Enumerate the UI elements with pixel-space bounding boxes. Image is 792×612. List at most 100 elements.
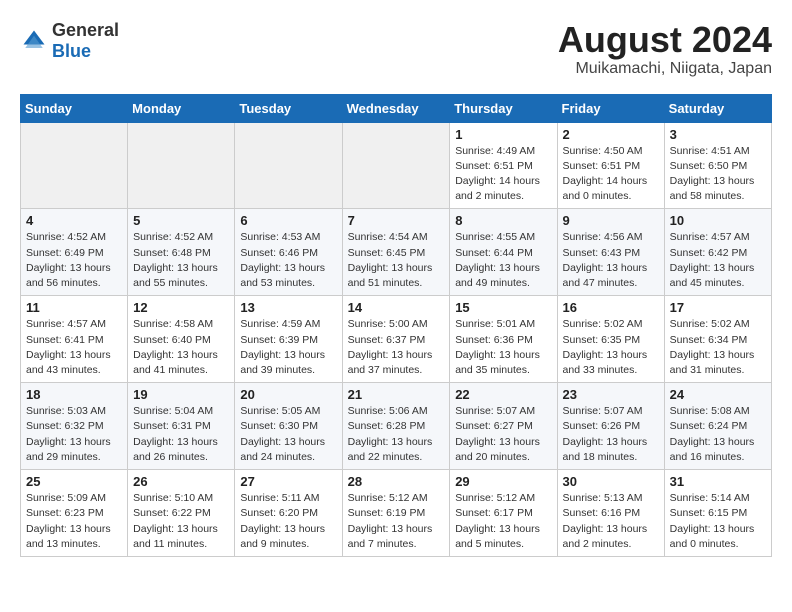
calendar-cell: 30Sunrise: 5:13 AM Sunset: 6:16 PM Dayli… bbox=[557, 470, 664, 557]
calendar-cell: 28 Sunrise: 5:12 AM Sunset: 6:19 PM Dayli… bbox=[342, 470, 450, 557]
calendar-cell: 25 Sunrise: 5:09 AM Sunset: 6:23 PM Dayli… bbox=[21, 470, 128, 557]
cell-content: 30Sunrise: 5:13 AM Sunset: 6:16 PM Dayli… bbox=[563, 474, 659, 552]
day-info: Sunrise: 5:01 AM Sunset: 6:36 PM Dayligh… bbox=[455, 317, 551, 378]
cell-content: 25 Sunrise: 5:09 AM Sunset: 6:23 PM Dayli… bbox=[26, 474, 122, 552]
calendar-cell: 26 Sunrise: 5:10 AM Sunset: 6:22 PM Dayli… bbox=[128, 470, 235, 557]
day-info: Sunrise: 5:14 AM Sunset: 6:15 PM Dayligh… bbox=[670, 491, 766, 552]
cell-content: 31 Sunrise: 5:14 AM Sunset: 6:15 PM Dayli… bbox=[670, 474, 766, 552]
day-info: Sunrise: 5:03 AM Sunset: 6:32 PM Dayligh… bbox=[26, 404, 122, 465]
calendar-cell bbox=[235, 122, 342, 209]
day-info: Sunrise: 5:13 AM Sunset: 6:16 PM Dayligh… bbox=[563, 491, 659, 552]
week-row-1: 1Sunrise: 4:49 AM Sunset: 6:51 PM Daylig… bbox=[21, 122, 772, 209]
cell-content: 4 Sunrise: 4:52 AM Sunset: 6:49 PM Daylig… bbox=[26, 213, 122, 291]
calendar-cell: 31 Sunrise: 5:14 AM Sunset: 6:15 PM Dayli… bbox=[664, 470, 771, 557]
day-info: Sunrise: 5:10 AM Sunset: 6:22 PM Dayligh… bbox=[133, 491, 229, 552]
day-number: 12 bbox=[133, 300, 229, 315]
cell-content: 5Sunrise: 4:52 AM Sunset: 6:48 PM Daylig… bbox=[133, 213, 229, 291]
cell-content: 27 Sunrise: 5:11 AM Sunset: 6:20 PM Dayli… bbox=[240, 474, 336, 552]
day-info: Sunrise: 5:07 AM Sunset: 6:26 PM Dayligh… bbox=[563, 404, 659, 465]
calendar-cell: 22Sunrise: 5:07 AM Sunset: 6:27 PM Dayli… bbox=[450, 383, 557, 470]
calendar-cell: 9Sunrise: 4:56 AM Sunset: 6:43 PM Daylig… bbox=[557, 209, 664, 296]
day-number: 9 bbox=[563, 213, 659, 228]
day-info: Sunrise: 4:54 AM Sunset: 6:45 PM Dayligh… bbox=[348, 230, 445, 291]
day-number: 17 bbox=[670, 300, 766, 315]
day-number: 22 bbox=[455, 387, 551, 402]
calendar-cell bbox=[342, 122, 450, 209]
day-info: Sunrise: 5:00 AM Sunset: 6:37 PM Dayligh… bbox=[348, 317, 445, 378]
day-info: Sunrise: 5:04 AM Sunset: 6:31 PM Dayligh… bbox=[133, 404, 229, 465]
calendar-cell: 14 Sunrise: 5:00 AM Sunset: 6:37 PM Dayli… bbox=[342, 296, 450, 383]
weekday-header-tuesday: Tuesday bbox=[235, 94, 342, 122]
calendar-cell: 23 Sunrise: 5:07 AM Sunset: 6:26 PM Dayli… bbox=[557, 383, 664, 470]
day-number: 31 bbox=[670, 474, 766, 489]
weekday-header-friday: Friday bbox=[557, 94, 664, 122]
calendar-cell: 12Sunrise: 4:58 AM Sunset: 6:40 PM Dayli… bbox=[128, 296, 235, 383]
day-info: Sunrise: 4:49 AM Sunset: 6:51 PM Dayligh… bbox=[455, 144, 551, 205]
day-info: Sunrise: 4:52 AM Sunset: 6:49 PM Dayligh… bbox=[26, 230, 122, 291]
day-info: Sunrise: 5:09 AM Sunset: 6:23 PM Dayligh… bbox=[26, 491, 122, 552]
cell-content: 10Sunrise: 4:57 AM Sunset: 6:42 PM Dayli… bbox=[670, 213, 766, 291]
cell-content: 6 Sunrise: 4:53 AM Sunset: 6:46 PM Daylig… bbox=[240, 213, 336, 291]
weekday-row: SundayMondayTuesdayWednesdayThursdayFrid… bbox=[21, 94, 772, 122]
week-row-5: 25 Sunrise: 5:09 AM Sunset: 6:23 PM Dayli… bbox=[21, 470, 772, 557]
day-number: 2 bbox=[563, 127, 659, 142]
day-info: Sunrise: 5:08 AM Sunset: 6:24 PM Dayligh… bbox=[670, 404, 766, 465]
cell-content: 15Sunrise: 5:01 AM Sunset: 6:36 PM Dayli… bbox=[455, 300, 551, 378]
day-info: Sunrise: 5:11 AM Sunset: 6:20 PM Dayligh… bbox=[240, 491, 336, 552]
day-number: 28 bbox=[348, 474, 445, 489]
day-number: 23 bbox=[563, 387, 659, 402]
day-info: Sunrise: 5:02 AM Sunset: 6:35 PM Dayligh… bbox=[563, 317, 659, 378]
weekday-header-thursday: Thursday bbox=[450, 94, 557, 122]
week-row-2: 4 Sunrise: 4:52 AM Sunset: 6:49 PM Daylig… bbox=[21, 209, 772, 296]
cell-content: 16Sunrise: 5:02 AM Sunset: 6:35 PM Dayli… bbox=[563, 300, 659, 378]
calendar-cell: 7 Sunrise: 4:54 AM Sunset: 6:45 PM Daylig… bbox=[342, 209, 450, 296]
day-number: 6 bbox=[240, 213, 336, 228]
calendar-cell: 6 Sunrise: 4:53 AM Sunset: 6:46 PM Daylig… bbox=[235, 209, 342, 296]
day-info: Sunrise: 4:52 AM Sunset: 6:48 PM Dayligh… bbox=[133, 230, 229, 291]
day-number: 11 bbox=[26, 300, 122, 315]
cell-content: 12Sunrise: 4:58 AM Sunset: 6:40 PM Dayli… bbox=[133, 300, 229, 378]
day-info: Sunrise: 4:53 AM Sunset: 6:46 PM Dayligh… bbox=[240, 230, 336, 291]
page-header: General Blue August 2024 Muikamachi, Nii… bbox=[20, 20, 772, 78]
title-block: August 2024 Muikamachi, Niigata, Japan bbox=[558, 20, 772, 78]
calendar-header: SundayMondayTuesdayWednesdayThursdayFrid… bbox=[21, 94, 772, 122]
weekday-header-monday: Monday bbox=[128, 94, 235, 122]
cell-content: 3Sunrise: 4:51 AM Sunset: 6:50 PM Daylig… bbox=[670, 127, 766, 205]
cell-content: 13Sunrise: 4:59 AM Sunset: 6:39 PM Dayli… bbox=[240, 300, 336, 378]
day-number: 3 bbox=[670, 127, 766, 142]
day-number: 4 bbox=[26, 213, 122, 228]
calendar-cell: 29Sunrise: 5:12 AM Sunset: 6:17 PM Dayli… bbox=[450, 470, 557, 557]
calendar-cell bbox=[21, 122, 128, 209]
cell-content: 14 Sunrise: 5:00 AM Sunset: 6:37 PM Dayli… bbox=[348, 300, 445, 378]
day-number: 29 bbox=[455, 474, 551, 489]
logo-general: General bbox=[52, 20, 119, 40]
day-number: 20 bbox=[240, 387, 336, 402]
cell-content: 23 Sunrise: 5:07 AM Sunset: 6:26 PM Dayli… bbox=[563, 387, 659, 465]
cell-content: 8Sunrise: 4:55 AM Sunset: 6:44 PM Daylig… bbox=[455, 213, 551, 291]
day-number: 19 bbox=[133, 387, 229, 402]
logo: General Blue bbox=[20, 20, 119, 62]
calendar-cell: 11 Sunrise: 4:57 AM Sunset: 6:41 PM Dayli… bbox=[21, 296, 128, 383]
day-number: 13 bbox=[240, 300, 336, 315]
day-number: 27 bbox=[240, 474, 336, 489]
calendar-body: 1Sunrise: 4:49 AM Sunset: 6:51 PM Daylig… bbox=[21, 122, 772, 556]
cell-content: 29Sunrise: 5:12 AM Sunset: 6:17 PM Dayli… bbox=[455, 474, 551, 552]
day-number: 26 bbox=[133, 474, 229, 489]
day-info: Sunrise: 5:05 AM Sunset: 6:30 PM Dayligh… bbox=[240, 404, 336, 465]
calendar-cell: 5Sunrise: 4:52 AM Sunset: 6:48 PM Daylig… bbox=[128, 209, 235, 296]
day-number: 25 bbox=[26, 474, 122, 489]
day-number: 14 bbox=[348, 300, 445, 315]
cell-content: 1Sunrise: 4:49 AM Sunset: 6:51 PM Daylig… bbox=[455, 127, 551, 205]
day-info: Sunrise: 5:06 AM Sunset: 6:28 PM Dayligh… bbox=[348, 404, 445, 465]
main-title: August 2024 bbox=[558, 20, 772, 60]
day-number: 18 bbox=[26, 387, 122, 402]
day-number: 24 bbox=[670, 387, 766, 402]
cell-content: 21Sunrise: 5:06 AM Sunset: 6:28 PM Dayli… bbox=[348, 387, 445, 465]
calendar-cell: 24 Sunrise: 5:08 AM Sunset: 6:24 PM Dayli… bbox=[664, 383, 771, 470]
logo-blue: Blue bbox=[52, 41, 91, 61]
day-info: Sunrise: 4:57 AM Sunset: 6:41 PM Dayligh… bbox=[26, 317, 122, 378]
day-number: 7 bbox=[348, 213, 445, 228]
calendar-cell: 27 Sunrise: 5:11 AM Sunset: 6:20 PM Dayli… bbox=[235, 470, 342, 557]
cell-content: 28 Sunrise: 5:12 AM Sunset: 6:19 PM Dayli… bbox=[348, 474, 445, 552]
day-info: Sunrise: 5:12 AM Sunset: 6:19 PM Dayligh… bbox=[348, 491, 445, 552]
